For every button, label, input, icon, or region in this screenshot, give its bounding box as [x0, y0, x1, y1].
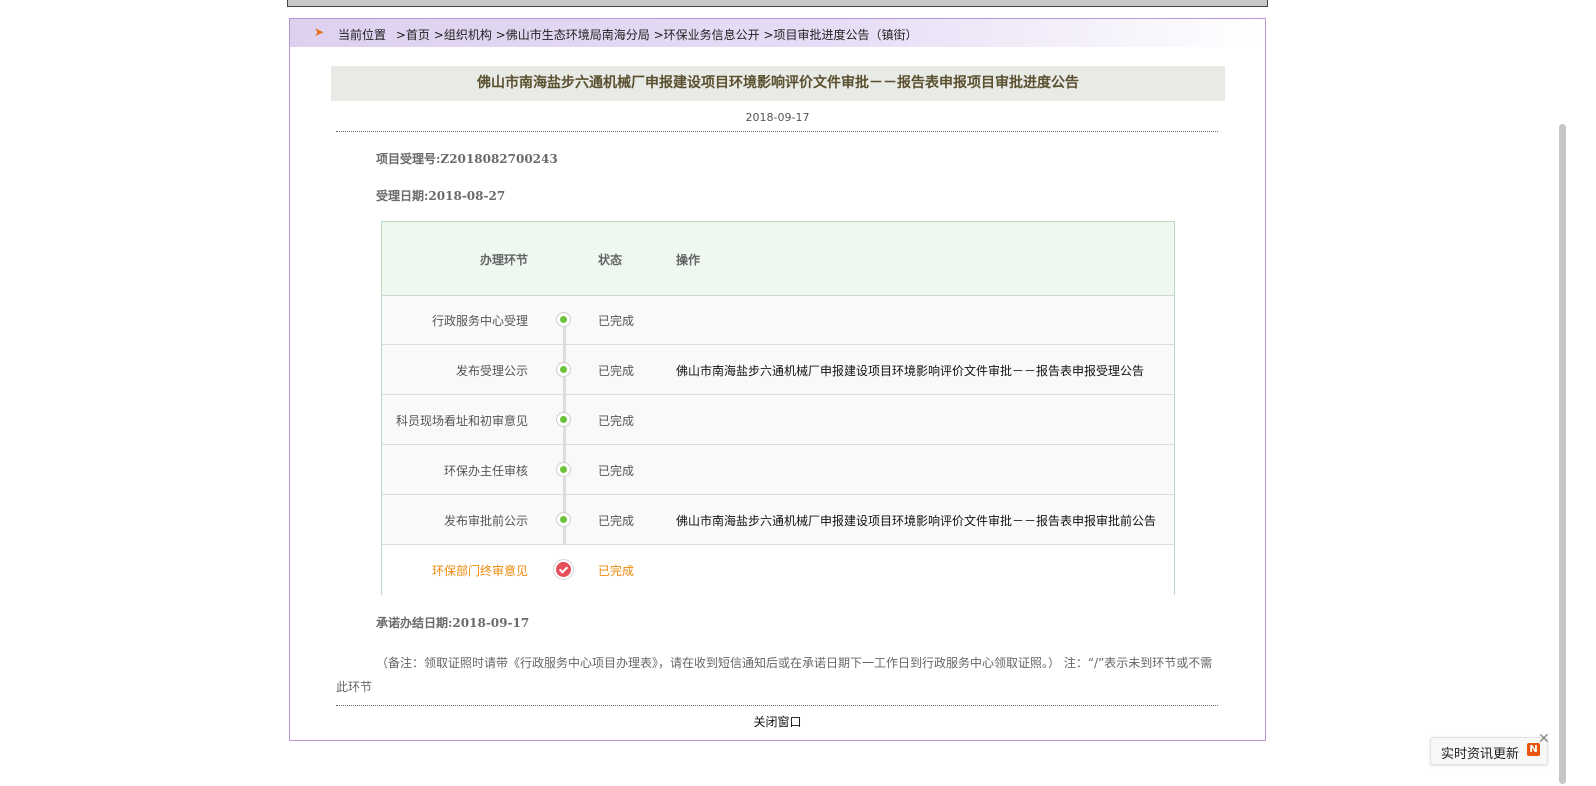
- breadcrumb-info[interactable]: 环保业务信息公开: [664, 28, 760, 42]
- step-status: 已完成: [598, 514, 635, 528]
- done-dot-icon: [556, 362, 571, 377]
- step-name: 科员现场看址和初审意见: [395, 414, 528, 428]
- publish-date: 2018-09-17: [745, 111, 810, 124]
- table-row: 发布受理公示 已完成 佛山市南海盐步六通机械厂申报建设项目环境影响评价文件审批－…: [382, 345, 1174, 395]
- accept-date: 受理日期:2018-08-27: [376, 189, 506, 203]
- done-dot-icon: [556, 462, 571, 477]
- table-row: 环保部门终审意见 已完成: [382, 545, 1174, 595]
- remark-note: （备注：领取证照时请带《行政服务中心项目办理表》，请在收到短信通知后或在承诺日期…: [336, 656, 1213, 694]
- breadcrumb-home[interactable]: 首页: [406, 28, 430, 42]
- breadcrumb-separator: >: [495, 28, 506, 42]
- header-status: 状态: [598, 253, 623, 267]
- arrow-icon: ➤: [314, 25, 325, 39]
- top-border-bar: [287, 0, 1268, 7]
- done-dot-icon: [556, 412, 571, 427]
- step-name: 行政服务中心受理: [431, 314, 528, 328]
- news-widget-label: 实时资讯更新: [1441, 747, 1520, 762]
- step-name: 环保办主任审核: [443, 464, 528, 478]
- breadcrumb-separator: >: [763, 28, 774, 42]
- step-status: 已完成: [598, 314, 635, 328]
- close-window-wrap: 关闭窗口: [290, 713, 1265, 730]
- step-name: 发布审批前公示: [443, 514, 528, 528]
- content-frame: ➤ 当前位置 >首页 >组织机构 >佛山市生态环境局南海分局 >环保业务信息公开…: [289, 18, 1266, 741]
- step-name: 环保部门终审意见: [431, 564, 528, 578]
- step-status: 已完成: [598, 414, 635, 428]
- breadcrumb-separator: >: [395, 28, 406, 42]
- step-name: 发布受理公示: [455, 364, 528, 378]
- table-row: 发布审批前公示 已完成 佛山市南海盐步六通机械厂申报建设项目环境影响评价文件审批…: [382, 495, 1174, 545]
- step-action-link[interactable]: 佛山市南海盐步六通机械厂申报建设项目环境影响评价文件审批－－报告表申报审批前公告: [676, 512, 1156, 529]
- step-action-link[interactable]: 佛山市南海盐步六通机械厂申报建设项目环境影响评价文件审批－－报告表申报受理公告: [676, 362, 1144, 379]
- step-status: 已完成: [598, 364, 635, 378]
- breadcrumb-separator: >: [653, 28, 664, 42]
- done-dot-icon: [556, 512, 571, 527]
- close-window-link[interactable]: 关闭窗口: [753, 715, 801, 729]
- table-row: 行政服务中心受理 已完成: [382, 295, 1174, 345]
- done-dot-icon: [556, 312, 571, 327]
- breadcrumb: ➤ 当前位置 >首页 >组织机构 >佛山市生态环境局南海分局 >环保业务信息公开…: [290, 19, 1265, 47]
- header-action: 操作: [676, 253, 701, 267]
- breadcrumb-prefix: 当前位置: [338, 28, 387, 42]
- breadcrumb-separator: >: [433, 28, 444, 42]
- progress-table: 办理环节 状态 操作 行政服务中心受理 已完成 发布受理公示 已完成 佛山市南海…: [381, 221, 1175, 595]
- breadcrumb-org[interactable]: 组织机构: [444, 28, 492, 42]
- table-row: 科员现场看址和初审意见 已完成: [382, 395, 1174, 445]
- table-row: 环保办主任审核 已完成: [382, 445, 1174, 495]
- accept-number: 项目受理号:Z2018082700243: [376, 152, 558, 166]
- breadcrumb-bureau[interactable]: 佛山市生态环境局南海分局: [506, 28, 650, 42]
- breadcrumb-current[interactable]: 项目审批进度公告（镇街）: [774, 28, 918, 42]
- check-circle-icon: [553, 559, 574, 580]
- promise-date: 承诺办结日期:2018-09-17: [376, 616, 530, 630]
- page-title: 佛山市南海盐步六通机械厂申报建设项目环境影响评价文件审批－－报告表申报项目审批进…: [331, 66, 1225, 101]
- news-widget[interactable]: 实时资讯更新 N: [1430, 737, 1548, 765]
- header-step: 办理环节: [480, 253, 529, 267]
- scrollbar-thumb[interactable]: [1559, 124, 1566, 784]
- divider: [336, 131, 1218, 132]
- table-header: 办理环节 状态 操作: [382, 222, 1174, 296]
- step-status: 已完成: [598, 464, 635, 478]
- divider: [336, 705, 1218, 706]
- breadcrumb-text: 当前位置 >首页 >组织机构 >佛山市生态环境局南海分局 >环保业务信息公开 >…: [338, 26, 918, 43]
- step-status: 已完成: [598, 564, 635, 578]
- close-icon[interactable]: ✕: [1538, 731, 1550, 747]
